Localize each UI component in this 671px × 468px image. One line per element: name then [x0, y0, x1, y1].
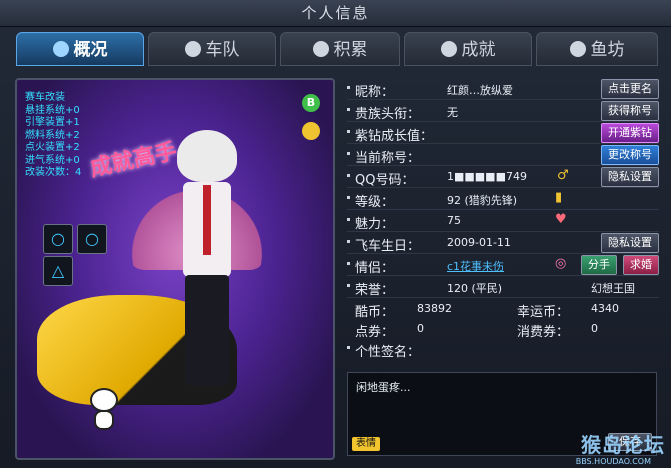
row-charm: 魅力： 75 ♥	[347, 210, 659, 232]
bowl-icon	[569, 41, 586, 57]
propose-button[interactable]: 求婚	[623, 255, 659, 275]
row-nickname: 昵称： 红颜…放纵爱 点击更名	[347, 78, 659, 100]
privacy-button-1[interactable]: 隐私设置	[601, 167, 659, 187]
tab-label: 鱼坊	[590, 40, 625, 60]
realm-label: 幻想王国	[591, 282, 635, 295]
ring-icon: ◎	[555, 256, 567, 271]
gender-icon: ♂	[557, 168, 569, 183]
nickname-value: 红颜…放纵爱	[447, 84, 513, 97]
avatar-character	[167, 130, 247, 410]
row-purple-diamond: 紫钻成长值： 开通紫钻	[347, 122, 659, 144]
avatar-panel: 赛车改装 悬挂系统+0 引擎装置+1 燃料系统+2 点火装置+2 进气系统+0 …	[15, 78, 335, 460]
slot-circle-2[interactable]: ○	[77, 224, 107, 254]
stat-line: 进气系统+0	[25, 154, 80, 166]
stat-line: 引擎装置+1	[25, 117, 80, 128]
breakup-button[interactable]: 分手	[581, 255, 617, 275]
row-signature-label: 个性签名：	[347, 338, 659, 360]
watermark: 猴岛论坛	[581, 433, 665, 457]
star-icon	[184, 41, 201, 57]
heart-icon[interactable]: ♥	[555, 212, 567, 227]
achievement-banner: 成就高手	[87, 139, 180, 182]
slot-circle-1[interactable]: ○	[43, 224, 73, 254]
level-badge-icon[interactable]: ▮	[555, 190, 562, 205]
medal-icon	[440, 41, 457, 57]
tab-label: 成就	[461, 40, 496, 60]
target-icon	[52, 41, 69, 57]
stat-line: 燃料系统+2	[25, 129, 80, 141]
window-title: 个人信息	[0, 0, 671, 27]
tab-accumulate[interactable]: 积累	[280, 32, 400, 66]
qq-value: 1■■■■■749	[447, 170, 527, 183]
tab-team[interactable]: 车队	[148, 32, 276, 66]
b-badge-icon[interactable]: B	[302, 94, 320, 112]
change-title-button[interactable]: 更改称号	[601, 145, 659, 165]
avatar-tie	[203, 185, 211, 255]
avatar-hair	[177, 130, 237, 182]
privacy-button-2[interactable]: 隐私设置	[601, 233, 659, 253]
gear-icon	[312, 41, 329, 57]
panda-pet	[87, 388, 121, 432]
stat-line: 改装次数：4	[25, 167, 82, 178]
partner-link[interactable]: c1花事未伤	[447, 258, 504, 274]
signature-text[interactable]: 闲地蛋疼...	[356, 379, 411, 395]
row-birthday: 飞车生日： 2009-01-11 隐私设置	[347, 232, 659, 254]
row-level: 等级： 92 (猎豹先锋) ▮	[347, 188, 659, 210]
emote-button[interactable]: 表情	[352, 437, 380, 451]
profile-info: 昵称： 红颜…放纵爱 点击更名 贵族头衔：无获得称号 紫钻成长值： 开通紫钻 当前称号…	[347, 78, 659, 456]
avatar-pants	[185, 275, 229, 385]
row-coins-2: 点券： 0 消费券： 0	[355, 322, 598, 340]
row-honor: 荣誉： 120 (平民) 幻想王国	[347, 276, 659, 298]
tab-label: 车队	[205, 40, 240, 60]
profile-window: 个人信息 概况 车队 积累 成就 鱼坊 赛车改装 悬挂系统+0 引擎装置+1 燃…	[0, 0, 671, 468]
tab-fishing[interactable]: 鱼坊	[536, 32, 658, 66]
coin-badge-icon[interactable]	[302, 122, 320, 140]
row-qq: QQ号码： 1■■■■■749 ♂ 隐私设置	[347, 166, 659, 188]
get-title-button[interactable]: 获得称号	[601, 101, 659, 121]
stat-line: 赛车改装	[25, 92, 65, 103]
row-current-title: 当前称号： 更改称号	[347, 144, 659, 166]
tab-bar: 概况 车队 积累 成就 鱼坊	[12, 32, 662, 68]
tab-label: 积累	[333, 40, 368, 60]
row-coins-1: 酷币： 83892 幸运币： 4340	[355, 302, 619, 320]
stat-line: 悬挂系统+0	[25, 104, 80, 116]
stat-line: 点火装置+2	[25, 142, 80, 153]
slot-triangle[interactable]: △	[43, 256, 73, 286]
tab-label: 概况	[73, 40, 108, 60]
row-partner: 情侣： c1花事未伤 ◎ 分手 求婚	[347, 254, 659, 276]
kart-stats: 赛车改装 悬挂系统+0 引擎装置+1 燃料系统+2 点火装置+2 进气系统+0 …	[25, 92, 81, 180]
tab-achievements[interactable]: 成就	[404, 32, 532, 66]
row-noble-title: 贵族头衔：无获得称号	[347, 100, 659, 122]
rename-button[interactable]: 点击更名	[601, 79, 659, 99]
watermark-url: BBS.HOUDAO.COM	[575, 457, 651, 466]
open-purple-button[interactable]: 开通紫钻	[601, 123, 659, 143]
tab-overview[interactable]: 概况	[16, 32, 144, 66]
